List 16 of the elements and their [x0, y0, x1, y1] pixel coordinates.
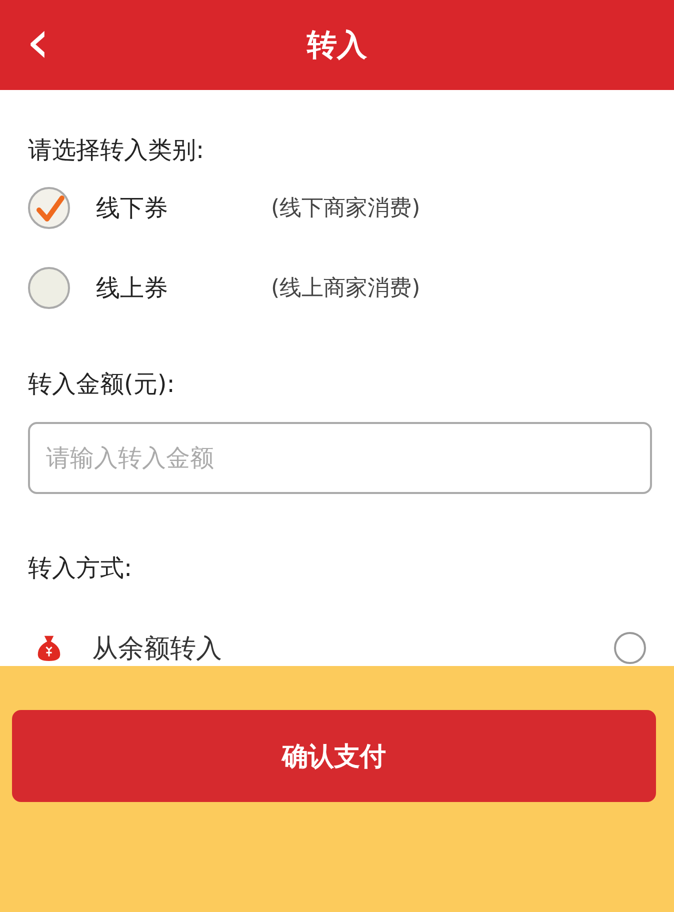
money-bag-icon	[36, 634, 62, 662]
option-label: 线上券	[96, 273, 169, 304]
section-label: 转入金额(元):	[28, 369, 176, 400]
radio-button[interactable]	[28, 187, 70, 229]
option-label: 线下券	[96, 193, 169, 224]
radio-button[interactable]	[28, 267, 70, 309]
back-button[interactable]: ‹	[18, 12, 58, 72]
option-note: (线上商家消费)	[271, 275, 420, 303]
confirm-payment-button[interactable]: 确认支付	[12, 710, 656, 802]
page-title: 转入	[307, 26, 367, 64]
amount-input-field[interactable]: 请输入转入金额	[28, 422, 652, 494]
section-label: 请选择转入类别:	[28, 135, 206, 166]
radio-button[interactable]	[614, 632, 646, 664]
option-note: (线下商家消费)	[271, 195, 420, 223]
option-label: 从余额转入	[92, 632, 222, 666]
section-label: 转入方式:	[28, 553, 134, 584]
